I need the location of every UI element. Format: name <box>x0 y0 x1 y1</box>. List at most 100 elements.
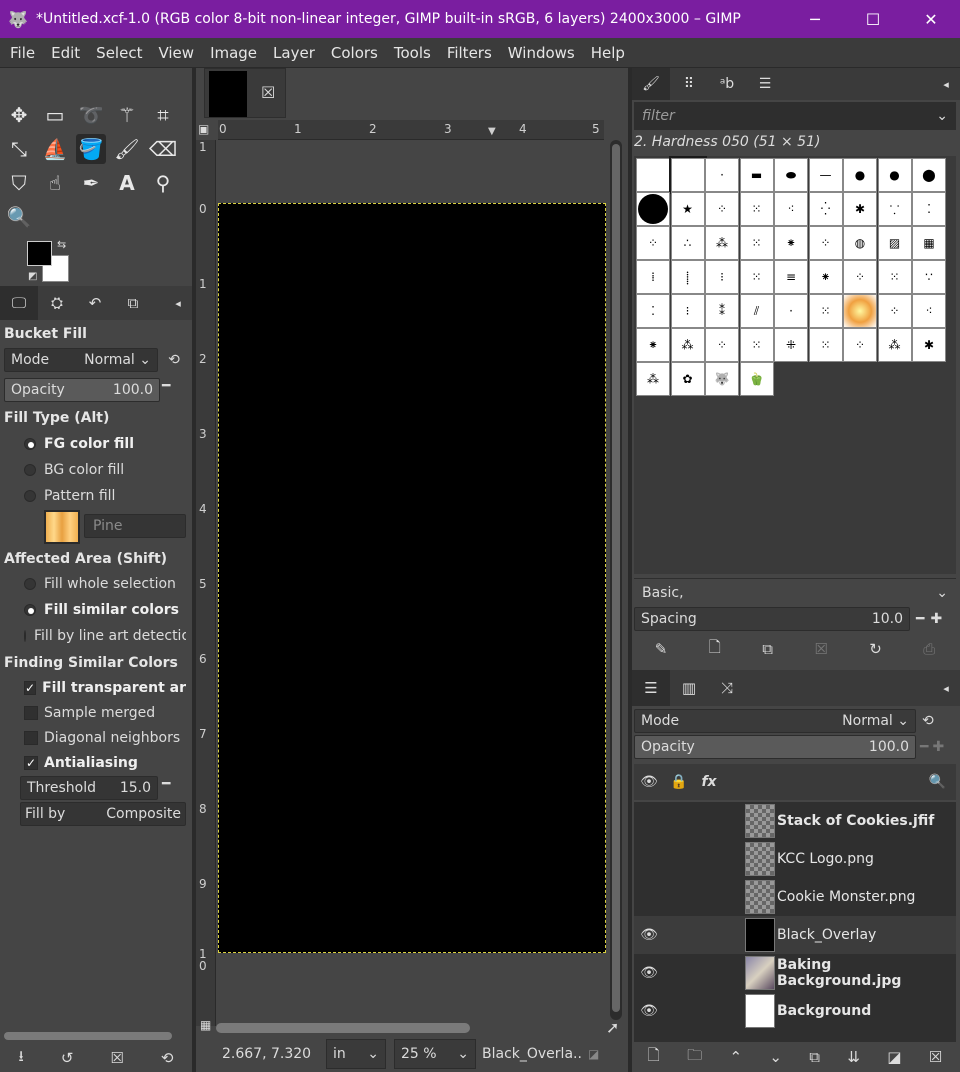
new-brush-icon[interactable]: 🗋 <box>709 637 721 662</box>
menu-windows[interactable]: Windows <box>500 44 583 62</box>
brush-thumbnail[interactable]: ⁚ <box>636 294 670 328</box>
brush-thumbnail[interactable]: ⁖ <box>774 192 808 226</box>
spacing-slider[interactable]: Spacing 10.0 ━ ✚ <box>634 607 956 631</box>
fill-by-dropdown[interactable]: Fill by Composite <box>20 802 186 826</box>
tool-options-tab-icon[interactable]: 🖵 <box>0 286 38 320</box>
brush-thumbnail[interactable]: ∴ <box>670 226 705 260</box>
zoom-follow-icon[interactable]: ▦ <box>200 1018 211 1032</box>
foreground-color-swatch[interactable] <box>27 241 52 266</box>
close-button[interactable]: ✕ <box>902 0 960 38</box>
brush-thumbnail[interactable]: ⬤ <box>912 158 946 192</box>
brush-thumbnail[interactable]: ★ <box>670 192 705 226</box>
rect-select-tool-icon[interactable]: ▭ <box>40 100 70 130</box>
fuzzy-select-tool-icon[interactable]: ⚚ <box>112 100 142 130</box>
brush-thumbnail[interactable]: ⸪ <box>877 192 912 226</box>
brush-thumbnail[interactable]: ⁘ <box>705 328 739 362</box>
horizontal-scrollbar[interactable] <box>216 1023 470 1033</box>
search-icon[interactable]: 🔍 <box>929 774 946 790</box>
minimize-button[interactable]: ─ <box>786 0 844 38</box>
pattern-fill-radio[interactable]: Pattern fill <box>4 484 186 508</box>
brush-thumbnail[interactable] <box>636 158 670 192</box>
brush-thumbnail[interactable]: ⁑ <box>705 294 739 328</box>
minus-icon[interactable]: ━ <box>162 776 170 792</box>
brush-thumbnail[interactable] <box>843 294 877 328</box>
cancel-icon[interactable]: ◪ <box>588 1047 599 1061</box>
brush-thumbnail[interactable]: ⁘ <box>636 226 670 260</box>
mode-dropdown[interactable]: Mode Normal ⌄ <box>4 348 158 372</box>
delete-layer-icon[interactable]: ☒ <box>929 1048 942 1066</box>
new-layer-group-icon[interactable]: 🗀 <box>687 1045 702 1070</box>
brush-thumbnail[interactable]: ● <box>843 158 877 192</box>
brush-thumbnail[interactable]: ⁙ <box>877 260 912 294</box>
reset-mode-icon[interactable]: ⟲ <box>922 713 934 729</box>
toolbox-scrollbar[interactable] <box>4 1032 172 1040</box>
bg-color-fill-radio[interactable]: BG color fill <box>4 458 186 482</box>
swap-colors-icon[interactable]: ⇆ <box>57 238 66 251</box>
eye-icon[interactable]: 👁 <box>634 1003 664 1019</box>
brush-thumbnail[interactable]: ⁙ <box>739 328 774 362</box>
restore-options-icon[interactable]: ↺ <box>61 1049 74 1067</box>
vertical-scrollbar[interactable] <box>610 140 622 1020</box>
menu-edit[interactable]: Edit <box>43 44 88 62</box>
plus-icon[interactable]: ✚ <box>930 611 942 627</box>
brush-thumbnail[interactable]: ⬬ <box>774 158 808 192</box>
brush-thumbnail[interactable]: ▬ <box>739 158 774 192</box>
image-tab[interactable]: ☒ <box>204 68 286 118</box>
lasso-tool-icon[interactable]: ➰ <box>76 100 106 130</box>
undo-history-tab-icon[interactable]: ↶ <box>76 286 114 320</box>
brush-thumbnail[interactable]: ▨ <box>877 226 912 260</box>
new-layer-icon[interactable]: 🗋 <box>648 1045 660 1070</box>
tab-menu-icon[interactable]: ◂ <box>932 670 960 706</box>
brush-thumbnail[interactable]: ⁙ <box>808 328 843 362</box>
brush-preset-dropdown[interactable]: Basic, ⌄ <box>634 578 956 606</box>
brush-thumbnail[interactable]: 🐺 <box>705 362 739 396</box>
smudge-tool-icon[interactable]: ☝ <box>40 168 70 198</box>
brush-thumbnail[interactable]: ⁂ <box>636 362 670 396</box>
refresh-brushes-icon[interactable]: ↻ <box>869 640 882 658</box>
sample-merged-checkbox[interactable]: Sample merged <box>4 701 186 725</box>
channels-tab-icon[interactable]: ▥ <box>670 670 708 706</box>
patterns-tab-icon[interactable]: ⠿ <box>670 68 708 100</box>
opacity-slider[interactable]: Opacity 100.0 <box>4 378 160 402</box>
path-tool-icon[interactable]: ✒ <box>76 168 106 198</box>
layer-opacity-slider[interactable]: Opacity 100.0 ━ ✚ <box>634 735 956 759</box>
document-history-tab-icon[interactable]: ☰ <box>746 68 784 100</box>
brush-thumbnail[interactable]: ⁘ <box>877 294 912 328</box>
threshold-slider[interactable]: Threshold 15.0 <box>20 776 158 800</box>
lock-icon[interactable]: 🔒 <box>664 774 694 790</box>
brush-thumbnail[interactable]: ⁙ <box>739 192 774 226</box>
warp-tool-icon[interactable]: ⛵ <box>40 134 70 164</box>
brush-thumbnail[interactable]: ⸽ <box>670 260 705 294</box>
brush-thumbnail[interactable]: · <box>705 158 739 192</box>
brush-thumbnail[interactable]: ⁕ <box>636 328 670 362</box>
duplicate-layer-icon[interactable]: ⧉ <box>809 1048 820 1066</box>
eye-icon[interactable]: 👁 <box>634 927 664 943</box>
navigate-icon[interactable]: ➚ <box>606 1018 619 1037</box>
text-tool-icon[interactable]: A <box>112 168 142 198</box>
zoom-dropdown[interactable]: 25 % ⌄ <box>394 1039 476 1069</box>
brush-thumbnail[interactable]: ⁘ <box>808 226 843 260</box>
layers-tab-icon[interactable]: ☰ <box>632 670 670 706</box>
brush-thumbnail[interactable]: ⁜ <box>774 328 808 362</box>
move-tool-icon[interactable]: ✥ <box>4 100 34 130</box>
delete-options-icon[interactable]: ☒ <box>110 1049 123 1067</box>
brush-thumbnail[interactable]: ⁂ <box>877 328 912 362</box>
delete-brush-icon[interactable]: ☒ <box>814 640 827 658</box>
minus-icon[interactable]: ━ <box>920 739 928 755</box>
duplicate-brush-icon[interactable]: ⧉ <box>762 640 773 658</box>
brush-thumbnail[interactable]: ▦ <box>912 226 946 260</box>
pattern-swatch[interactable] <box>44 510 80 544</box>
fg-color-fill-radio[interactable]: FG color fill <box>4 432 186 456</box>
brush-thumbnail[interactable]: ⁘ <box>705 192 739 226</box>
color-picker-tool-icon[interactable]: ⚲ <box>148 168 178 198</box>
clone-tool-icon[interactable]: ⛉ <box>4 168 34 198</box>
brush-thumbnail[interactable]: ⁖ <box>912 294 946 328</box>
eye-icon[interactable]: 👁 <box>634 774 664 790</box>
brush-thumbnail[interactable]: ⁙ <box>739 260 774 294</box>
brush-thumbnail[interactable]: ✱ <box>843 192 877 226</box>
brush-thumbnail[interactable]: ⁂ <box>705 226 739 260</box>
layer-row[interactable]: 👁 Background <box>634 992 956 1030</box>
brush-thumbnail[interactable]: ⁚ <box>912 192 946 226</box>
bucket-fill-tool-icon[interactable]: 🪣 <box>76 134 106 164</box>
paths-tab-icon[interactable]: ⤨ <box>708 670 746 706</box>
